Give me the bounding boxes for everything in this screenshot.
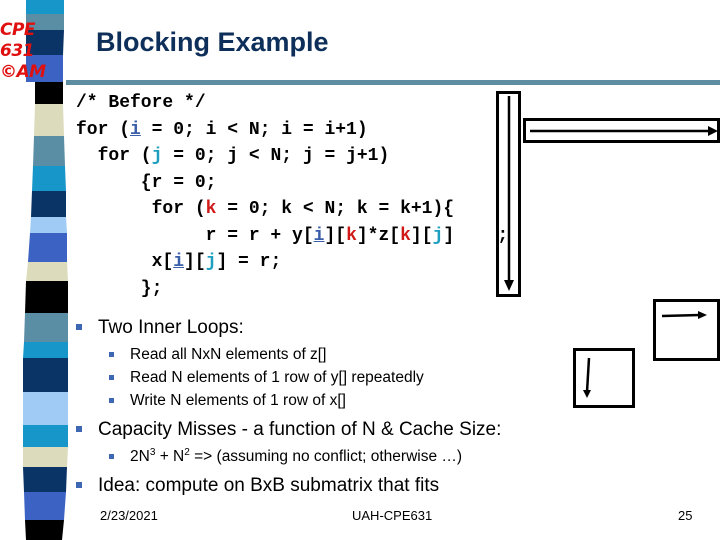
code-text: }; — [76, 278, 163, 299]
bullet-capacity-misses: Capacity Misses - a function of N & Cach… — [72, 418, 632, 441]
sub-bullet-read-z: Read all NxN elements of z[] — [72, 343, 632, 366]
bullet-two-inner-loops: Two Inner Loops: — [72, 316, 632, 339]
code-text: ] = r; — [216, 252, 282, 272]
row-traversal-box — [523, 118, 720, 143]
code-line: for (k = 0; k < N; k = k+1){ — [76, 196, 508, 223]
slide-title: Blocking Example — [96, 27, 329, 57]
logo-line-course: CPE — [0, 20, 36, 40]
code-text: = 0; k < N; k = k+1){ — [216, 199, 455, 219]
code-text: = 0; i < N; i = i+1) — [140, 119, 368, 140]
code-text: ][ — [324, 225, 347, 246]
title-divider — [66, 80, 720, 85]
code-block: /* Before */for (i = 0; i < N; i = i+1) … — [76, 90, 508, 302]
loop-variable: j — [151, 146, 163, 166]
formula-post: => (assuming no conflict; otherwise …) — [189, 448, 463, 465]
formula-mid: + N — [155, 448, 185, 465]
slide-number: 25 — [678, 508, 693, 523]
right-arrow-icon — [708, 126, 718, 136]
loop-variable: k — [400, 225, 411, 246]
sub-bullet-miss-formula: 2N3 + N2 => (assuming no conflict; other… — [72, 445, 632, 468]
code-line: {r = 0; — [76, 170, 508, 197]
code-line: }; — [76, 276, 508, 303]
loop-variable: k — [346, 225, 357, 246]
loop-variable: i — [313, 225, 325, 246]
footer-course: UAH-CPE631 — [352, 508, 433, 523]
course-logo: CPE 631 ©AM — [0, 20, 64, 83]
code-text: for ( — [76, 199, 206, 219]
code-text: x[ — [76, 252, 174, 272]
bullet-idea-blocking: Idea: compute on BxB submatrix that fits — [72, 474, 632, 497]
loop-variable: j — [205, 252, 217, 272]
code-line: /* Before */ — [76, 90, 508, 117]
code-line: r = r + y[i][k]*z[k][j] ; — [76, 223, 509, 250]
code-text: {r = 0; — [76, 172, 217, 193]
code-text: ]*z[ — [356, 225, 401, 246]
formula-pre: 2N — [130, 448, 150, 465]
code-line: for (j = 0; j < N; j = j+1) — [76, 143, 508, 170]
code-text: ][ — [410, 225, 433, 246]
row-block-box — [653, 299, 720, 361]
right-arrow-icon — [698, 311, 707, 319]
code-text: /* Before */ — [76, 93, 206, 113]
code-text: ][ — [184, 252, 206, 272]
logo-line-copyright: ©AM — [0, 62, 46, 82]
code-text: = 0; j < N; j = j+1) — [162, 146, 390, 166]
loop-variable: i — [130, 119, 141, 140]
code-text: for ( — [76, 119, 131, 140]
code-line: for (i = 0; i < N; i = i+1) — [76, 117, 508, 144]
loop-variable: j — [432, 225, 444, 246]
footer-date: 2/23/2021 — [100, 508, 158, 523]
logo-line-number: 631 — [0, 41, 35, 61]
code-text: ] ; — [443, 225, 509, 246]
sub-bullet-write-x: Write N elements of 1 row of x[] — [72, 389, 632, 412]
bullet-list: Two Inner Loops: Read all NxN elements o… — [72, 316, 632, 497]
sub-bullet-read-y: Read N elements of 1 row of y[] repeated… — [72, 366, 632, 389]
loop-variable: k — [205, 199, 217, 219]
loop-variable: i — [173, 252, 185, 272]
code-text: r = r + y[ — [76, 225, 314, 246]
code-line: x[i][j] = r; — [76, 249, 508, 276]
code-text: for ( — [76, 146, 152, 166]
